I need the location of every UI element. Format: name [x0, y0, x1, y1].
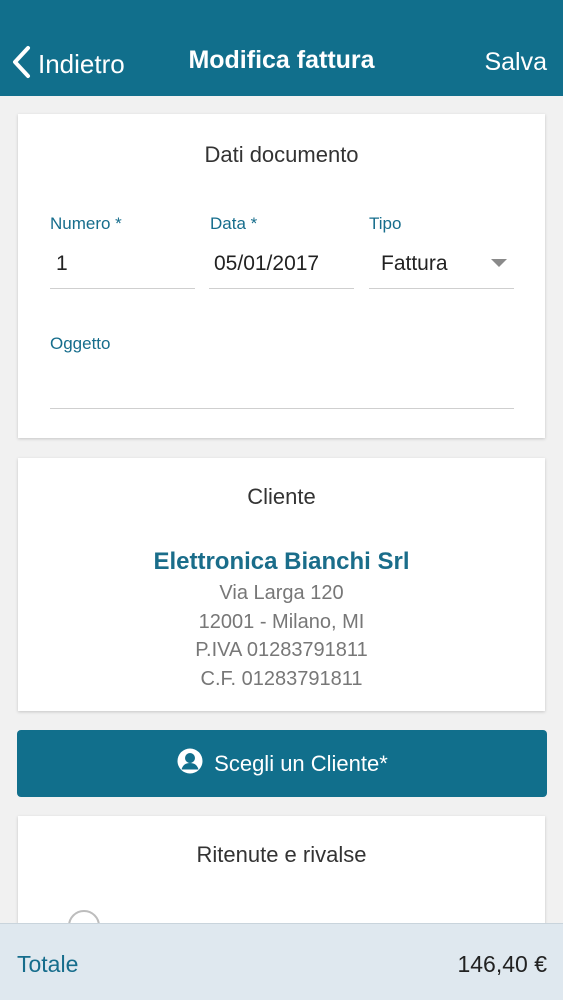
choose-client-label: Scegli un Cliente* [214, 750, 388, 776]
client-card: Cliente Elettronica Bianchi Srl Via Larg… [18, 458, 545, 711]
tipo-underline [369, 288, 514, 289]
withholdings-card-title: Ritenute e rivalse [196, 842, 367, 867]
numero-underline [50, 288, 195, 289]
document-card-title: Dati documento [204, 142, 359, 167]
page-title: Modifica fattura [188, 46, 375, 74]
document-card: Dati documento Numero * 1 Data * 05/01/2… [18, 114, 545, 438]
oggetto-underline [50, 408, 514, 409]
numero-label: Numero * [50, 214, 122, 233]
user-circle-icon [176, 747, 214, 781]
numero-field[interactable]: 1 [56, 252, 68, 276]
client-city: 12001 - Milano, MI [198, 611, 365, 633]
client-card-title: Cliente [247, 484, 316, 509]
client-name: Elettronica Bianchi Srl [153, 548, 410, 575]
total-bar: Totale 146,40 € [0, 923, 563, 1000]
total-value: 146,40 € [457, 951, 547, 977]
navigation-bar: Indietro Modifica fattura Salva [0, 0, 563, 96]
choose-client-button[interactable]: Scegli un Cliente* [17, 730, 547, 797]
client-vat: P.IVA 01283791811 [195, 639, 368, 661]
dropdown-arrow-icon[interactable] [491, 259, 507, 267]
data-underline [209, 288, 354, 289]
data-field[interactable]: 05/01/2017 [214, 252, 319, 276]
tipo-label: Tipo [369, 214, 402, 233]
total-label: Totale [17, 951, 79, 977]
client-address: Via Larga 120 [219, 582, 344, 604]
save-button[interactable]: Salva [484, 48, 547, 77]
oggetto-label: Oggetto [50, 334, 111, 353]
data-label: Data * [210, 214, 258, 233]
tipo-select[interactable]: Fattura [381, 252, 448, 276]
oggetto-field[interactable] [50, 370, 514, 400]
client-tax-code: C.F. 01283791811 [200, 668, 363, 690]
